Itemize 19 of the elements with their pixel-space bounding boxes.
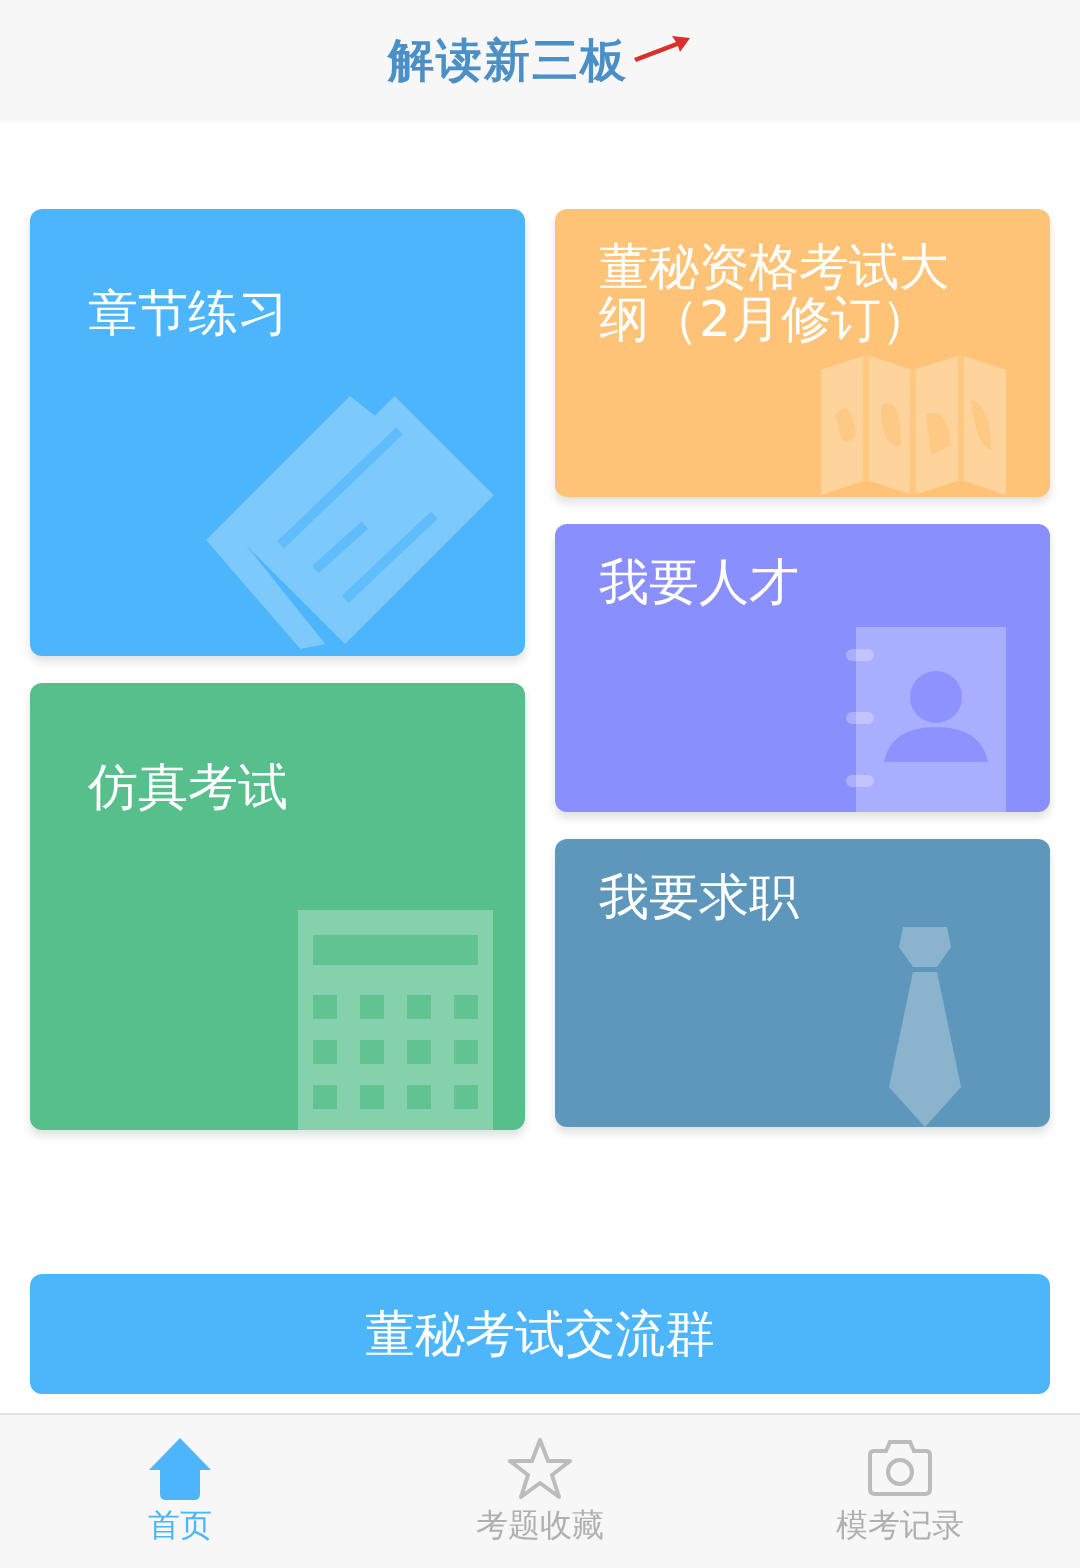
tab[interactable]: 考题收藏 — [360, 1415, 720, 1568]
app-logo: 解读新三板 — [388, 32, 628, 89]
tab[interactable]: 模考记录 — [720, 1415, 1080, 1568]
card-title: 董秘资格考试大纲（2月修订） — [599, 241, 950, 345]
calculator-card[interactable]: 仿真考试 — [30, 683, 525, 1130]
tab[interactable]: 首页 — [0, 1415, 360, 1568]
map-card[interactable]: 董秘资格考试大纲（2月修订） — [555, 209, 1050, 497]
tie-card[interactable]: 我要求职 — [555, 839, 1050, 1127]
contact-book-icon — [846, 627, 1006, 812]
card-title: 仿真考试 — [88, 761, 289, 813]
star-icon — [508, 1435, 572, 1500]
document-card[interactable]: 章节练习 — [30, 209, 525, 656]
contact-card[interactable]: 我要人才 — [555, 524, 1050, 812]
card-title: 我要求职 — [599, 871, 800, 923]
calculator-icon — [298, 910, 493, 1130]
map-icon — [821, 355, 1006, 495]
card-title: 我要人才 — [599, 556, 800, 608]
card-title: 章节练习 — [88, 287, 289, 339]
group-chat-button[interactable]: 董秘考试交流群 — [30, 1274, 1050, 1394]
